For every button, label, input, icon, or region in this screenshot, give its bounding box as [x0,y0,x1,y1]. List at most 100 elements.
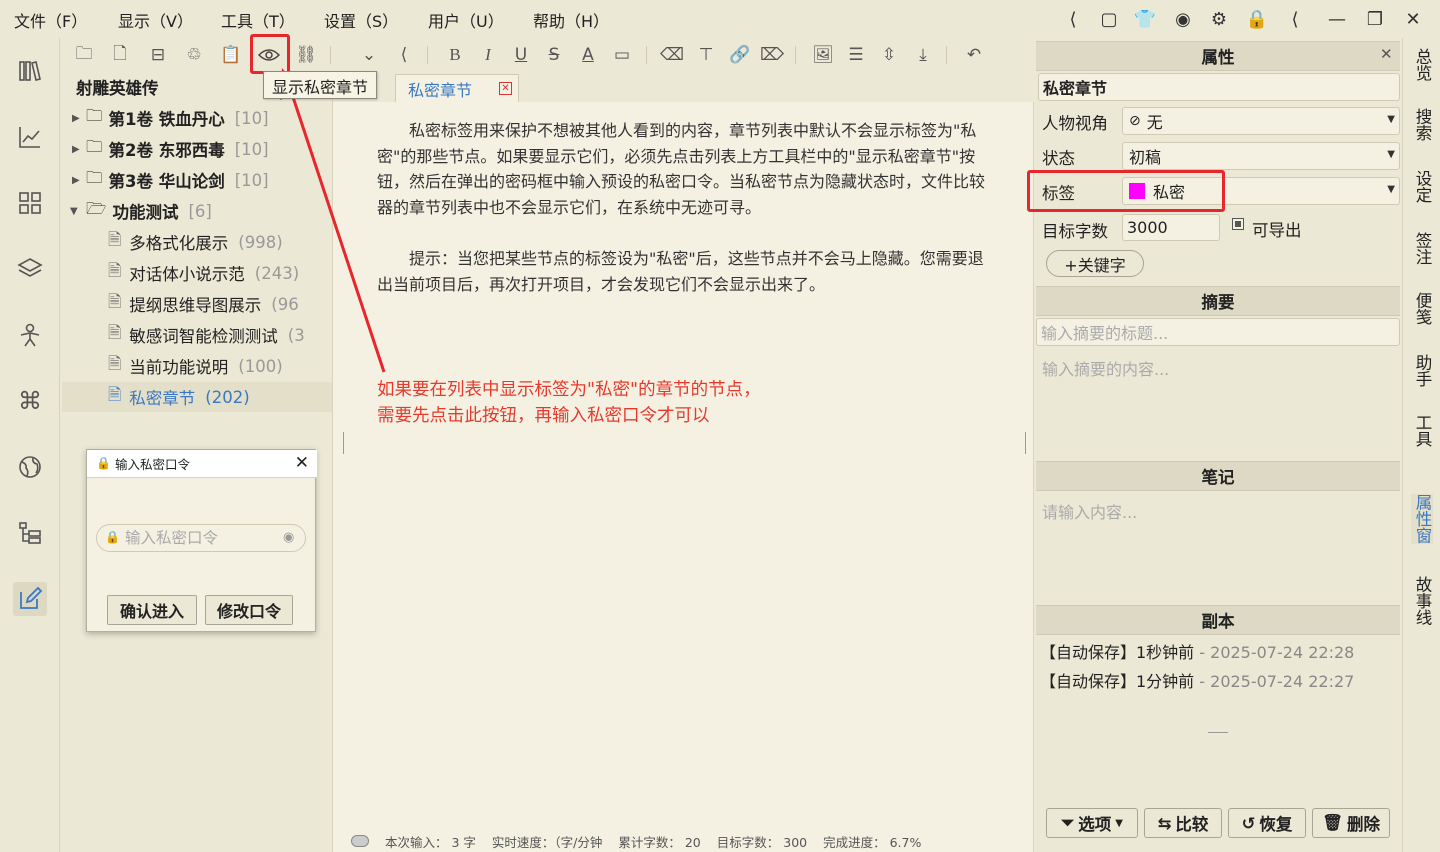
italic-icon[interactable]: I [476,43,500,67]
layout-icon[interactable]: ▢ [1096,6,1122,32]
copy-item[interactable]: 【自动保存】1秒钟前 - 2025-07-24 22:28 [1040,639,1354,663]
collapse-all-icon[interactable]: ⊟ [146,43,170,67]
add-keyword-button[interactable]: +关键字 [1046,250,1144,277]
tree-chapter-selected[interactable]: 🗎 私密章节 (202) [62,382,332,412]
tab-notes[interactable]: 便笺 [1411,292,1433,325]
clipboard-icon[interactable]: 📋 [219,43,243,67]
tab-assistant[interactable]: 助手 [1411,354,1433,387]
tab-overview[interactable]: 总览 [1411,48,1433,81]
expand-vertical-icon[interactable]: ⇳ [877,43,901,67]
document-tabstrip: 私密章节 ✕ [333,72,1035,102]
bold-icon[interactable]: B [443,43,467,67]
tab-storyline[interactable]: 故事线 [1411,576,1433,626]
expand-arrow-icon[interactable]: ▶ [72,175,86,186]
right-tab-rail: 总览 搜索 设定 签注 便笺 助手 工具 属性窗 故事线 [1402,38,1440,852]
filter-icon: ⏷ [1061,813,1075,832]
confirm-button[interactable]: 确认进入 [107,595,197,625]
new-folder-icon[interactable]: 🗀 [72,43,96,67]
menu-tools[interactable]: 工具（T） [221,8,295,32]
link-icon[interactable]: 🔗 [728,43,752,67]
collapse-icon[interactable]: ⟨ [1282,6,1308,32]
summary-content-input[interactable]: 输入摘要的内容... [1042,356,1169,380]
command-icon[interactable]: ⌘ [13,384,47,418]
font-color-icon[interactable]: A [576,43,600,67]
chapter-name-field[interactable]: 私密章节 [1038,73,1400,101]
notes-input[interactable]: 请输入内容... [1042,499,1137,523]
recycle-icon[interactable]: ♲ [182,43,206,67]
chevron-down-icon: ▼ [1387,149,1395,160]
close-icon[interactable]: ✕ [295,453,309,473]
theme-shirt-icon[interactable]: 👕 [1132,6,1158,32]
image-icon[interactable]: 🖼 [811,43,835,67]
exportable-checkbox[interactable] [1232,218,1244,230]
restore-button[interactable]: ↺ 恢复 [1228,808,1306,838]
globe-icon[interactable] [13,450,47,484]
new-file-icon[interactable]: 🗋 [108,43,132,67]
layers-icon[interactable] [13,252,47,286]
edit-note-icon[interactable] [13,582,47,616]
tab-properties[interactable]: 属性窗 [1411,494,1433,544]
outline-tree-icon[interactable] [13,516,47,550]
tab-private-chapter[interactable]: 私密章节 ✕ [395,74,519,102]
chart-icon[interactable] [13,120,47,154]
lock-icon[interactable]: 🔒 [1244,6,1270,32]
document-icon: 🗎 [108,292,122,311]
restore-icon: ↺ [1241,813,1256,833]
editor-area: 私密章节 ✕ 私密标签用来保护不想被其他人看到的内容，章节列表中默认不会显示标签… [332,72,1035,852]
summary-title-input[interactable]: 输入摘要的标题... [1036,318,1400,346]
compress-vertical-icon[interactable]: ⤓ [911,43,935,67]
menu-help[interactable]: 帮助（H） [533,8,609,32]
menu-file[interactable]: 文件（F） [14,8,87,32]
tab-annotations[interactable]: 签注 [1411,232,1433,265]
eye-icon[interactable]: ◉ [283,530,294,545]
annotation-arrow [280,68,386,373]
copy-item[interactable]: 【自动保存】1分钟前 - 2025-07-24 22:27 [1040,668,1354,692]
indent-icon[interactable]: ☰ [844,43,868,67]
user-icon[interactable]: ◉ [1170,6,1196,32]
menu-settings[interactable]: 设置（S） [324,8,398,32]
strikethrough-icon[interactable]: S [542,43,566,67]
collapse-arrow-icon[interactable]: ▼ [70,206,86,217]
clear-format-icon[interactable]: ⊤ [694,43,718,67]
grid-apps-icon[interactable] [13,186,47,220]
chevron-down-icon: ▼ [1115,817,1123,829]
close-window-icon[interactable]: ✕ [1400,6,1426,32]
highlight-icon[interactable]: ▭ [610,43,634,67]
tab-settings[interactable]: 设定 [1411,170,1433,203]
collapse-left-icon[interactable]: ⟨ [1060,6,1086,32]
target-words-label: 目标字数 [1042,222,1108,241]
restore-window-icon[interactable]: ❐ [1362,6,1388,32]
gear-icon[interactable]: ⚙ [1206,6,1232,32]
compare-button[interactable]: ⇆ 比较 [1144,808,1222,838]
delete-button[interactable]: 🗑 删除 [1312,808,1390,838]
status-select[interactable]: 初稿 ▼ [1122,142,1400,170]
notes-header: 笔记 [1036,461,1400,491]
left-icon-rail: ⌘ [0,38,60,852]
editor-paragraph[interactable]: 私密标签用来保护不想被其他人看到的内容，章节列表中默认不会显示标签为"私密"的那… [377,118,987,220]
close-panel-icon[interactable]: ✕ [1380,45,1393,63]
tab-search[interactable]: 搜索 [1411,108,1433,141]
underline-icon[interactable]: U [509,43,533,67]
tab-tools[interactable]: 工具 [1411,414,1433,447]
unlink-eraser-icon[interactable]: ⌦ [760,43,784,67]
options-button[interactable]: ⏷ 选项 ▼ [1046,808,1138,838]
menu-view[interactable]: 显示（V） [118,8,193,32]
tab-close-icon[interactable]: ✕ [499,82,512,95]
change-password-button[interactable]: 修改口令 [205,595,293,625]
editor-paragraph[interactable]: 提示：当您把某些节点的标签设为"私密"后，这些节点并不会马上隐藏。您需要退出当前… [377,246,987,297]
resize-handle[interactable] [1208,732,1228,733]
folder-icon: 🗀 [86,168,103,187]
menu-user[interactable]: 用户（U） [428,8,504,32]
expand-arrow-icon[interactable]: ▶ [72,144,86,155]
undo-icon[interactable]: ↶ [962,43,986,67]
character-icon[interactable] [13,318,47,352]
expand-arrow-icon[interactable]: ▶ [72,113,86,124]
password-input[interactable] [96,524,306,552]
password-dialog: 🔒 输入私密口令 ✕ 🔒 ◉ 确认进入 修改口令 [86,449,317,632]
target-words-input[interactable]: 3000 [1122,214,1220,241]
library-icon[interactable] [13,54,47,88]
minimize-icon[interactable]: — [1324,6,1350,32]
eraser-icon[interactable]: ⌫ [660,43,684,67]
toggle-switch[interactable] [351,835,369,847]
pov-select[interactable]: ⊘ 无 ▼ [1122,107,1400,135]
